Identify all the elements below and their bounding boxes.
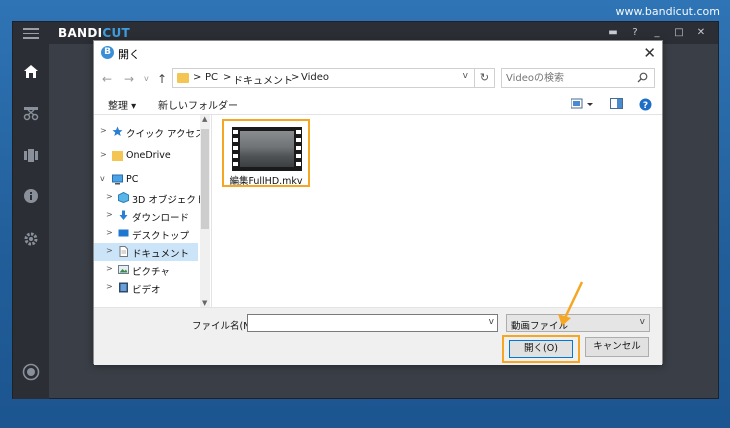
svg-text:?: ? [643,101,648,111]
filename-input[interactable] [248,319,478,336]
tree-item-onedrive[interactable]: > OneDrive [94,147,198,165]
dialog-titlebar: B 開く ✕ [94,41,662,65]
download-icon [119,210,128,220]
settings-icon[interactable] [22,230,40,248]
up-arrow-icon[interactable]: ↑ [157,72,167,86]
tree-item-downloads[interactable]: > ダウンロード [94,207,198,225]
new-folder-button[interactable]: 新しいフォルダー [158,97,238,112]
bandicut-logo-icon: B [101,46,114,59]
forward-arrow-icon[interactable]: → [124,72,134,86]
minimize-button[interactable]: _ [646,25,668,41]
cube-icon [118,192,129,203]
filename-field: v [247,314,498,336]
recent-dropdown-icon[interactable]: v [144,74,149,83]
app-sidebar [13,44,49,399]
address-dropdown-icon[interactable]: v [463,71,468,81]
breadcrumb-documents[interactable]: ドキュメント [233,72,293,87]
address-bar[interactable]: > PC > ドキュメント > Video v ↻ [172,68,495,88]
close-button[interactable]: ✕ [690,25,712,41]
address-row: ← → v ↑ > PC > ドキュメント > Video v ↻ [94,66,662,92]
tree-item-pictures[interactable]: > ピクチャ [94,261,198,279]
pc-icon [112,174,123,185]
refresh-icon[interactable]: ↻ [474,69,494,87]
file-item-video[interactable]: 編集FullHD.mkv [222,119,310,187]
dialog-toolbar: 整理 ▾ 新しいフォルダー ? [94,92,662,114]
scrollbar-thumb[interactable] [201,129,209,229]
document-icon [119,246,128,257]
watermark: www.bandicut.com [615,5,720,18]
app-brand: BANDICUT [58,26,131,40]
cancel-button[interactable]: キャンセル [585,337,649,357]
tree-item-videos[interactable]: > ビデオ [94,279,198,297]
tree-item-3d-objects[interactable]: > 3D オブジェクト [94,189,205,207]
back-arrow-icon[interactable]: ← [102,72,112,86]
window-controls: ▬ ? _ □ ✕ [602,25,712,41]
open-button[interactable]: 開く(O) [509,340,573,358]
tree-scrollbar[interactable]: ▲ ▼ [200,115,210,307]
help-button[interactable]: ? [624,25,646,41]
search-icon [637,72,648,83]
star-icon [112,126,123,136]
join-icon[interactable] [22,146,40,164]
folder-icon [112,151,123,161]
organize-button[interactable]: 整理 ▾ [108,97,136,112]
filename-dropdown-icon[interactable]: v [489,317,494,327]
chevron-down-icon: v [639,317,645,327]
tree-item-pc[interactable]: v PC [94,171,198,189]
content-area: > クイック アクセス > OneDrive v PC > 3D オブジェクト … [94,114,663,307]
record-icon[interactable] [22,363,40,381]
annotation-arrow-icon [558,281,584,326]
file-name: 編集FullHD.mkv [229,176,303,187]
hamburger-menu-icon[interactable] [23,28,39,39]
cut-icon[interactable] [22,104,40,122]
dialog-title: 開く [118,48,140,61]
tree-item-quick-access[interactable]: > クイック アクセス [94,123,205,141]
pictures-icon [118,265,129,274]
folder-icon[interactable]: ▬ [602,25,624,41]
tree-item-desktop[interactable]: > デスクトップ [94,225,198,243]
breadcrumb-video[interactable]: Video [301,72,329,83]
search-input[interactable] [502,69,632,87]
open-button-highlight: 開く(O) [502,335,580,363]
info-icon[interactable] [22,187,40,205]
dialog-close-button[interactable]: ✕ [643,44,656,62]
preview-pane-icon[interactable] [610,96,624,110]
tree-item-documents[interactable]: > ドキュメント [94,243,198,261]
folder-icon [177,73,189,83]
home-icon[interactable] [22,62,40,80]
search-box [501,68,655,88]
maximize-button[interactable]: □ [668,25,690,41]
video-thumbnail [232,127,302,171]
breadcrumb-pc[interactable]: PC [205,72,218,83]
navigation-tree: > クイック アクセス > OneDrive v PC > 3D オブジェクト … [94,115,210,307]
file-list: 編集FullHD.mkv [211,115,663,307]
help-icon[interactable]: ? [639,96,652,111]
view-options-icon[interactable] [570,96,595,110]
video-icon [119,282,128,293]
desktop-icon [118,229,129,237]
